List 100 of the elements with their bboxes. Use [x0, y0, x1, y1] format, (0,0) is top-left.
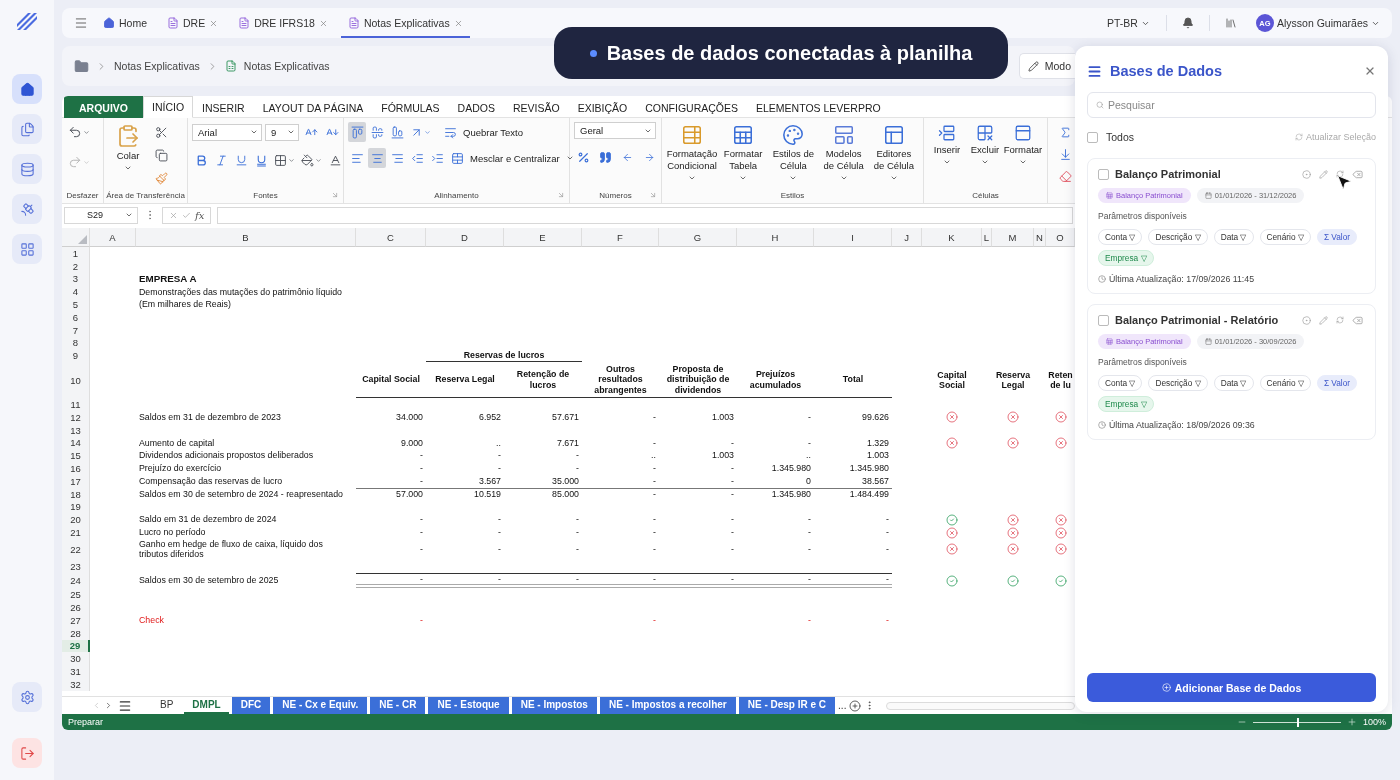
sidebar-item[interactable]	[12, 74, 42, 104]
row-header[interactable]: 26	[62, 601, 90, 614]
number-format-select[interactable]: Geral	[574, 122, 656, 139]
edit-button[interactable]	[1317, 168, 1330, 180]
cells-button[interactable]: Excluir	[966, 122, 1004, 168]
file-menu-button[interactable]: ARQUIVO	[64, 96, 143, 118]
close-button[interactable]	[1364, 65, 1376, 77]
document-tab[interactable]: DRE	[160, 8, 226, 38]
function-label[interactable]: fx	[195, 209, 205, 221]
sidebar-item[interactable]	[12, 682, 42, 712]
sidebar-item[interactable]	[12, 114, 42, 144]
sheet-tab[interactable]: NE - Desp IR e C	[738, 697, 836, 714]
document-tab[interactable]: Home	[96, 8, 154, 38]
parameter-chip[interactable]: Σ Valor	[1316, 229, 1358, 245]
sidebar-item[interactable]	[12, 738, 42, 768]
font-size-select[interactable]: 9	[265, 123, 299, 141]
sheet-tab[interactable]: NE - Estoque	[428, 697, 509, 714]
row-header[interactable]: 1	[62, 247, 90, 260]
row-header[interactable]: 30	[62, 652, 90, 666]
sheet-tab[interactable]: DFC	[231, 697, 271, 714]
zoom-thumb[interactable]	[1296, 717, 1299, 727]
horizontal-scrollbar[interactable]	[886, 701, 1075, 710]
column-header[interactable]: G	[659, 228, 737, 247]
row-header[interactable]: 31	[62, 665, 90, 678]
column-header[interactable]: C	[356, 228, 426, 247]
view-button[interactable]	[1300, 314, 1313, 326]
parameter-chip[interactable]: Empresa ▽	[1098, 250, 1154, 266]
sidebar-item[interactable]	[12, 234, 42, 264]
parameter-chip[interactable]: Cenário ▽	[1259, 375, 1311, 391]
language-select[interactable]: PT-BR	[1103, 15, 1154, 31]
sheet-tab[interactable]: NE - CR	[370, 697, 426, 714]
ribbon-tab[interactable]: CONFIGURAÇÕES	[636, 96, 747, 118]
checkbox[interactable]	[1098, 168, 1109, 180]
column-header[interactable]: K	[922, 228, 982, 247]
document-tab[interactable]: DRE IFRS18	[231, 8, 335, 38]
sheet-tab[interactable]: NE - Impostos	[511, 697, 597, 714]
sheet-tab[interactable]: NE - Cx e Equiv.	[273, 697, 368, 714]
ribbon-tab[interactable]: FÓRMULAS	[372, 96, 449, 118]
name-box[interactable]: S29	[64, 206, 138, 224]
cells-button[interactable]: Inserir	[928, 122, 966, 168]
view-button[interactable]	[1300, 168, 1313, 180]
row-header[interactable]: 16	[62, 462, 90, 475]
paste-button[interactable]: Colar	[108, 122, 148, 174]
ribbon-tab[interactable]: EXIBIÇÃO	[568, 96, 637, 118]
launcher-icon[interactable]	[331, 191, 339, 199]
close-icon[interactable]	[453, 18, 463, 28]
styles-button[interactable]: Estilos de Célula	[768, 122, 819, 184]
ribbon-tab[interactable]: INSERIR	[193, 96, 254, 118]
launcher-icon[interactable]	[557, 191, 565, 199]
styles-button[interactable]: Formatar Tabela	[718, 122, 769, 184]
cells-button[interactable]: Formatar	[1004, 122, 1042, 168]
breadcrumb-link[interactable]: Notas Explicativas	[114, 60, 200, 72]
parameter-chip[interactable]: Cenário ▽	[1259, 229, 1311, 245]
ribbon-tab[interactable]: DADOS	[448, 96, 504, 118]
row-header[interactable]: 25	[62, 588, 90, 602]
column-header[interactable]: M	[992, 228, 1034, 247]
column-header[interactable]: E	[504, 228, 582, 247]
column-header[interactable]: N	[1034, 228, 1046, 247]
sheet-tab[interactable]: NE - Impostos a recolher	[599, 697, 736, 714]
more-sheets[interactable]: ...	[838, 700, 847, 711]
row-header[interactable]: 9	[62, 349, 90, 363]
row-header[interactable]: 10	[62, 362, 90, 399]
column-header[interactable]: B	[136, 228, 356, 247]
column-header[interactable]: D	[426, 228, 504, 247]
column-header[interactable]: F	[582, 228, 659, 247]
ribbon-tab[interactable]: LAYOUT DA PÁGINA	[253, 96, 373, 118]
ribbon-tab[interactable]: INÍCIO	[143, 96, 194, 118]
sheet-tab[interactable]: BP	[152, 697, 182, 714]
parameter-chip[interactable]: Data ▽	[1213, 229, 1254, 245]
row-header[interactable]: 22	[62, 538, 90, 561]
sidebar-item[interactable]	[12, 154, 42, 184]
column-header[interactable]: I	[814, 228, 892, 247]
column-header[interactable]: H	[737, 228, 814, 247]
row-header[interactable]: 20	[62, 513, 90, 527]
font-select[interactable]: Arial	[192, 123, 262, 141]
edit-button[interactable]	[1317, 314, 1330, 326]
document-tab[interactable]: Notas Explicativas	[340, 8, 470, 38]
ribbon-tab[interactable]: ELEMENTOS LEVERPRO	[747, 96, 890, 118]
column-header[interactable]: J	[892, 228, 922, 247]
styles-button[interactable]: Editores de Célula	[868, 122, 919, 184]
search-field[interactable]: Pesquisar	[1087, 92, 1376, 118]
row-header[interactable]: 11	[62, 398, 90, 411]
column-header[interactable]: A	[90, 228, 136, 247]
styles-button[interactable]: Formatação Condicional	[666, 122, 718, 184]
delete-button[interactable]	[1350, 314, 1365, 326]
ribbon-tab[interactable]: REVISÃO	[503, 96, 569, 118]
row-header[interactable]: 21	[62, 526, 90, 539]
close-icon[interactable]	[318, 18, 328, 28]
parameter-chip[interactable]: Conta ▽	[1098, 375, 1143, 391]
formula-input[interactable]	[217, 206, 1073, 224]
row-header[interactable]: 4	[62, 285, 90, 299]
align-button[interactable]	[368, 148, 386, 168]
checkbox[interactable]	[1098, 314, 1109, 326]
merge-center-button[interactable]: Mesclar e Centralizar	[448, 148, 577, 168]
column-header[interactable]: O	[1046, 228, 1075, 247]
select-all-icon[interactable]	[78, 235, 87, 244]
mode-button[interactable]: Modo	[1018, 53, 1075, 79]
close-icon[interactable]	[209, 18, 219, 28]
parameter-chip[interactable]: Data ▽	[1213, 375, 1254, 391]
parameter-chip[interactable]: Σ Valor	[1316, 375, 1358, 391]
